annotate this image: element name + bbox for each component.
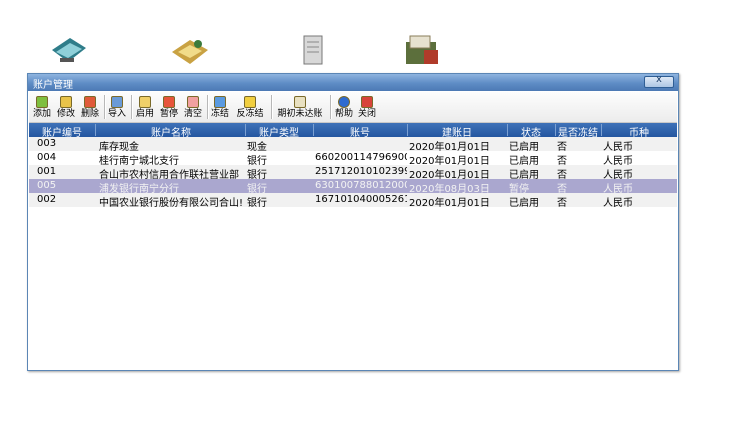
currency-cell: 人民币	[603, 198, 633, 209]
enable-label: 启用	[135, 109, 154, 119]
freeze-label: 冻结	[210, 109, 229, 119]
account-name-cell: 中国农业银行股份有限公司合山!	[99, 198, 244, 209]
unfreeze-label: 反冻结	[236, 109, 264, 119]
toolbar-separator	[104, 95, 106, 119]
enable-icon	[139, 96, 151, 108]
help-label: 帮助	[334, 109, 353, 119]
account-code-cell: 004	[37, 152, 57, 163]
toolbar-separator	[271, 95, 273, 119]
delete-label: 删除	[80, 109, 99, 119]
close-icon: x	[656, 74, 662, 85]
account-code-cell: 001	[37, 166, 57, 177]
edit-icon	[60, 96, 72, 108]
add-icon	[36, 96, 48, 108]
desktop-folder-icon[interactable]	[400, 32, 444, 70]
window-title: 账户管理	[33, 80, 73, 91]
close-button[interactable]: 关闭	[357, 94, 377, 120]
close-window-button[interactable]: x	[644, 74, 674, 88]
pause-button[interactable]: 暂停	[159, 94, 179, 120]
exit-icon	[361, 96, 373, 108]
import-icon	[111, 96, 123, 108]
table-row-selected[interactable]: 005 浦发银行南宁分行 银行 6301007880120000! 2020年0…	[29, 179, 677, 195]
open-date-cell: 2020年01月01日	[409, 198, 490, 209]
account-number-cell: 6602001147969000:	[315, 152, 407, 163]
clear-icon	[187, 96, 199, 108]
help-icon	[338, 96, 350, 108]
desktop-document-icon[interactable]	[292, 32, 336, 70]
status-cell: 已启用	[509, 198, 539, 209]
title-bar[interactable]: 账户管理 x	[28, 74, 678, 91]
toolbar-separator	[131, 95, 133, 119]
freeze-button[interactable]: 冻结	[210, 94, 230, 120]
edit-label: 修改	[56, 109, 75, 119]
delete-icon	[84, 96, 96, 108]
toolbar: 添加 修改 删除 导入 启用 暂停 清空 冻结 反冻结 期初未达账 帮助 关闭	[29, 92, 677, 123]
account-type-cell: 银行	[247, 198, 267, 209]
add-label: 添加	[32, 109, 51, 119]
account-number-cell: 6301007880120000!	[315, 180, 407, 191]
clear-label: 清空	[183, 109, 202, 119]
desktop-app-icon[interactable]	[46, 32, 90, 70]
account-code-cell: 002	[37, 194, 57, 205]
account-management-window: 账户管理 x 添加 修改 删除 导入 启用 暂停 清空 冻结 反冻结 期初未达账…	[27, 73, 679, 371]
unreconciled-button[interactable]: 期初未达账	[275, 94, 325, 120]
clear-button[interactable]: 清空	[183, 94, 203, 120]
add-button[interactable]: 添加	[32, 94, 52, 120]
freeze-icon	[214, 96, 226, 108]
pause-label: 暂停	[159, 109, 178, 119]
import-button[interactable]: 导入	[107, 94, 127, 120]
close-label: 关闭	[357, 109, 376, 119]
pause-icon	[163, 96, 175, 108]
account-number-cell: 2517120101023995:	[315, 166, 407, 177]
account-code-cell: 003	[37, 138, 57, 149]
delete-button[interactable]: 删除	[80, 94, 100, 120]
toolbar-separator	[207, 95, 209, 119]
frozen-cell: 否	[557, 198, 567, 209]
table-row[interactable]: 003 库存现金 现金 2020年01月01日 已启用 否 人民币	[29, 137, 677, 153]
table-row[interactable]: 004 桂行南宁城北支行 银行 6602001147969000: 2020年0…	[29, 151, 677, 167]
table-row[interactable]: 001 合山市农村信用合作联社营业部 银行 2517120101023995: …	[29, 165, 677, 181]
account-code-cell: 005	[37, 180, 57, 191]
table-row[interactable]: 002 中国农业银行股份有限公司合山! 银行 167101040005261 2…	[29, 193, 677, 209]
toolbar-separator	[330, 95, 332, 119]
edit-button[interactable]: 修改	[56, 94, 76, 120]
unfreeze-icon	[244, 96, 256, 108]
unreconciled-label: 期初未达账	[277, 109, 323, 119]
unreconciled-icon	[294, 96, 306, 108]
account-number-cell: 167101040005261	[315, 194, 407, 205]
account-table: 账户编号 账户名称 账户类型 账号 建账日 状态 是否冻结 币种 003 库存现…	[29, 123, 677, 369]
desktop-app-icon[interactable]	[168, 32, 212, 70]
enable-button[interactable]: 启用	[135, 94, 155, 120]
table-header: 账户编号 账户名称 账户类型 账号 建账日 状态 是否冻结 币种	[29, 123, 677, 139]
unfreeze-button[interactable]: 反冻结	[235, 94, 265, 120]
import-label: 导入	[107, 109, 126, 119]
help-button[interactable]: 帮助	[334, 94, 354, 120]
